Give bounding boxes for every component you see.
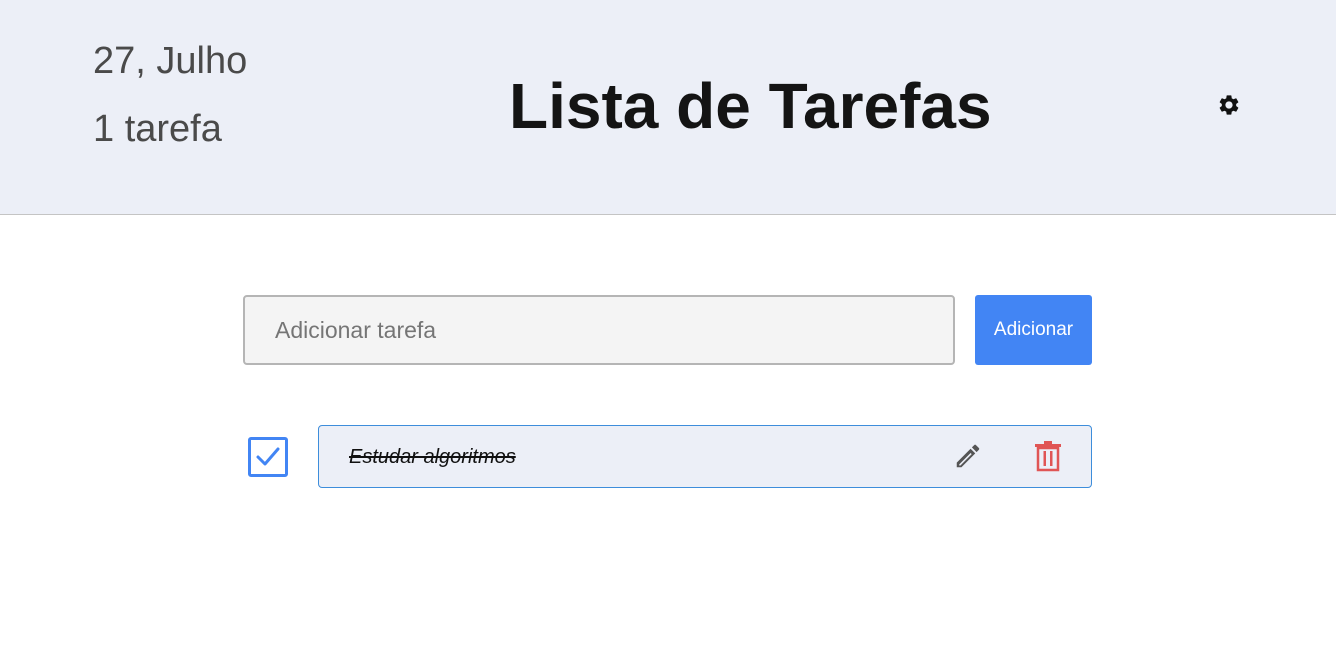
add-task-button[interactable]: Adicionar [975, 295, 1092, 365]
task-text: Estudar algoritmos [349, 446, 516, 468]
trash-icon[interactable] [1034, 440, 1062, 472]
app-header: 27, Julho 1 tarefa Lista de Tarefas [0, 0, 1336, 215]
checkmark-icon [256, 447, 280, 466]
page-title: Lista de Tarefas [509, 70, 992, 142]
gear-icon[interactable] [1217, 93, 1241, 117]
list-item: Estudar algoritmos [318, 425, 1092, 488]
add-task-input[interactable] [243, 295, 955, 365]
task-count: 1 tarefa [93, 108, 222, 150]
pencil-icon[interactable] [953, 441, 983, 471]
current-date: 27, Julho [93, 40, 248, 82]
task-complete-checkbox[interactable] [248, 437, 288, 477]
